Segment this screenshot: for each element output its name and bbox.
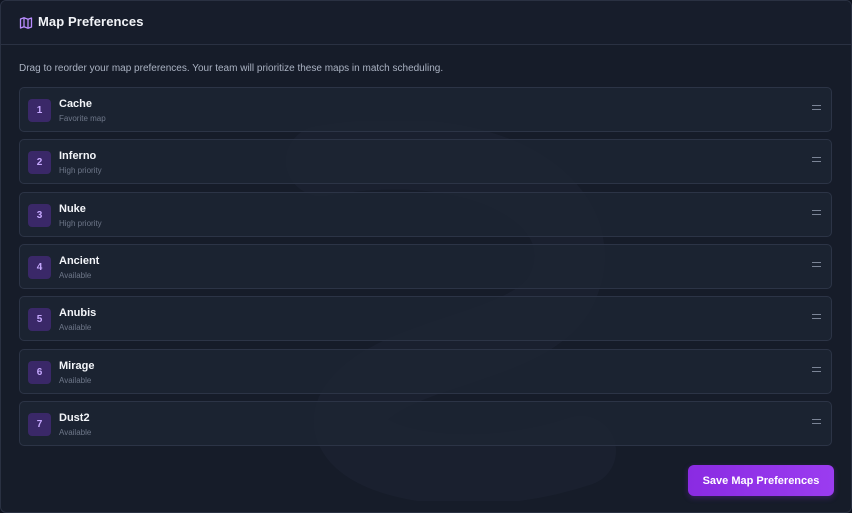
map-status: Available [59, 271, 92, 280]
map-status: Available [59, 428, 92, 437]
map-name: Cache [59, 98, 93, 110]
drag-handle-icon[interactable] [812, 314, 821, 323]
rank-badge: 4 [28, 256, 51, 279]
rank-badge: 5 [28, 308, 51, 331]
map-name: Anubis [59, 307, 97, 319]
map-status: Favorite map [59, 114, 106, 123]
map-name: Ancient [59, 255, 100, 267]
map-item-dust2[interactable]: 7 Dust2 Available [19, 401, 832, 446]
rank-badge: 2 [28, 151, 51, 174]
drag-handle-icon[interactable] [812, 157, 821, 166]
drag-handle-icon[interactable] [812, 419, 821, 428]
map-name: Nuke [59, 203, 86, 215]
map-status: Available [59, 376, 92, 385]
rank-badge: 1 [28, 99, 51, 122]
map-icon [19, 17, 33, 29]
map-item-anubis[interactable]: 5 Anubis Available [19, 296, 832, 341]
map-name: Dust2 [59, 412, 90, 424]
map-item-inferno[interactable]: 2 Inferno High priority [19, 139, 832, 184]
map-item-mirage[interactable]: 6 Mirage Available [19, 349, 832, 394]
map-item-nuke[interactable]: 3 Nuke High priority [19, 192, 832, 237]
panel-header: Map Preferences [1, 1, 851, 45]
map-preferences-panel: Map Preferences Drag to reorder your map… [0, 0, 852, 513]
instructions-text: Drag to reorder your map preferences. Yo… [19, 63, 444, 74]
rank-badge: 7 [28, 413, 51, 436]
page-title: Map Preferences [38, 14, 144, 29]
map-status: Available [59, 323, 92, 332]
rank-badge: 3 [28, 204, 51, 227]
map-name: Mirage [59, 360, 95, 372]
drag-handle-icon[interactable] [812, 367, 821, 376]
map-status: High priority [59, 219, 102, 228]
rank-badge: 6 [28, 361, 51, 384]
save-map-preferences-button[interactable]: Save Map Preferences [688, 465, 834, 496]
map-item-ancient[interactable]: 4 Ancient Available [19, 244, 832, 289]
drag-handle-icon[interactable] [812, 262, 821, 271]
drag-handle-icon[interactable] [812, 105, 821, 114]
map-item-cache[interactable]: 1 Cache Favorite map [19, 87, 832, 132]
map-status: High priority [59, 166, 102, 175]
drag-handle-icon[interactable] [812, 210, 821, 219]
map-name: Inferno [59, 150, 97, 162]
